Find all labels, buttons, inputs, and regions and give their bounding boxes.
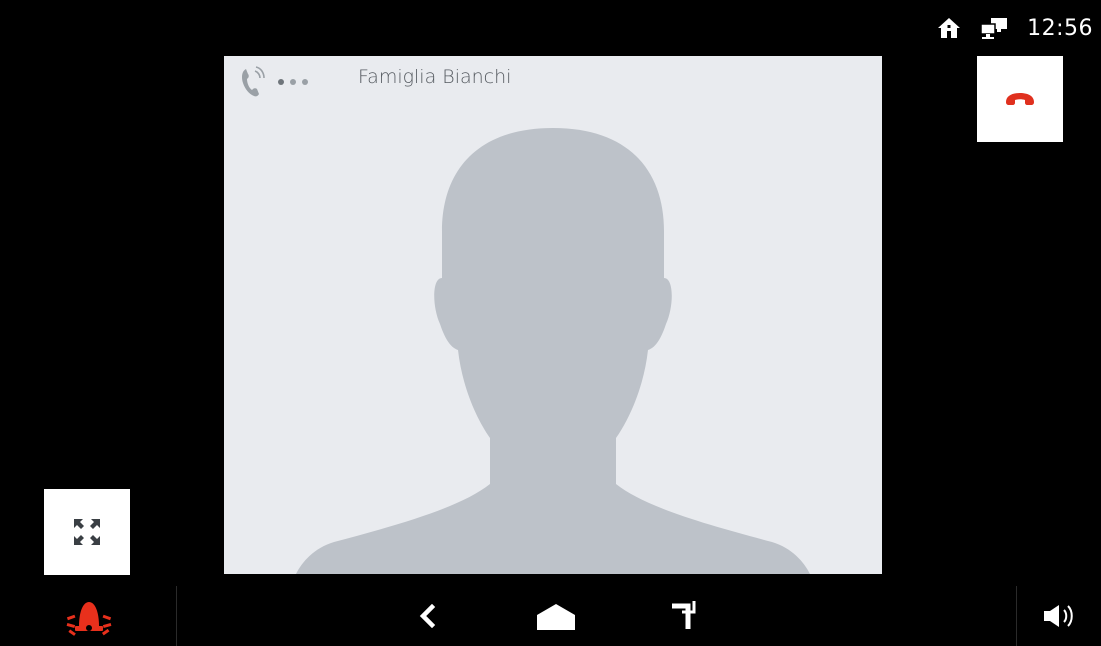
recents-button[interactable] <box>656 586 710 646</box>
hangup-phone-icon <box>1004 92 1036 106</box>
caller-avatar <box>296 128 810 574</box>
hangup-button[interactable] <box>977 56 1063 142</box>
call-panel: Famiglia Bianchi <box>224 56 882 574</box>
home-icon <box>937 17 961 39</box>
volume-icon <box>1041 602 1083 630</box>
caller-name: Famiglia Bianchi <box>358 66 512 88</box>
call-progress-dots <box>278 79 308 85</box>
alarm-button[interactable] <box>44 586 134 646</box>
back-button[interactable] <box>400 586 454 646</box>
fullscreen-button[interactable] <box>44 489 130 575</box>
network-icon <box>979 16 1009 40</box>
nav-divider-left <box>176 586 177 646</box>
recents-icon <box>670 601 696 631</box>
home-icon <box>535 601 577 631</box>
intercom-call-screen: 12:56 Famiglia Bianchi <box>0 0 1101 646</box>
status-bar: 12:56 <box>937 0 1101 56</box>
expand-icon <box>72 517 102 547</box>
alarm-icon <box>65 596 113 636</box>
clock: 12:56 <box>1027 15 1093 41</box>
back-icon <box>418 604 436 628</box>
navigation-bar <box>0 586 1101 646</box>
call-header <box>240 62 308 102</box>
home-button[interactable] <box>526 586 586 646</box>
volume-button[interactable] <box>1030 586 1094 646</box>
ringing-phone-icon <box>240 65 268 99</box>
nav-divider-right <box>1016 586 1017 646</box>
